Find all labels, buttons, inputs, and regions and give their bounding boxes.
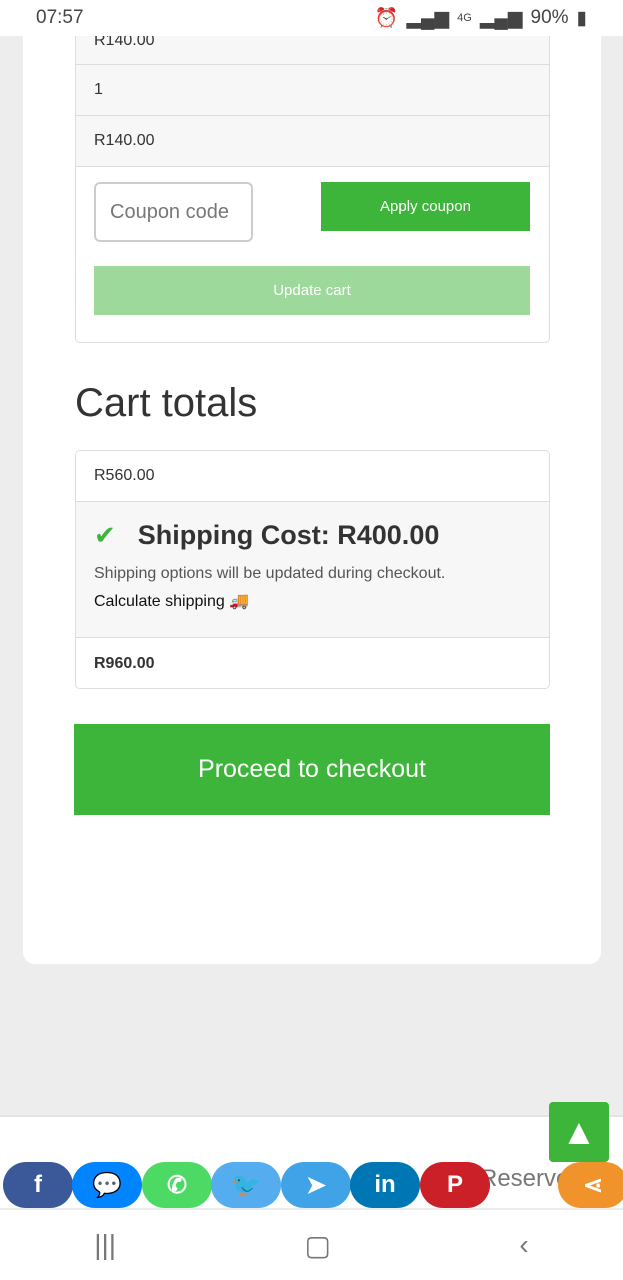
cart-totals-table: R560.00 ✔ Shipping Cost: R400.00 Shipping… <box>75 450 550 689</box>
coupon-input[interactable]: Coupon code <box>94 182 253 242</box>
status-bar: 07:57 ⏰ ▂▄▆ 4G ▂▄▆ 90% ▮ <box>0 0 623 36</box>
cart-totals-title: Cart totals <box>75 381 258 425</box>
calculate-shipping-link[interactable]: Calculate shipping 🚚 <box>94 591 531 611</box>
proceed-to-checkout-button[interactable]: Proceed to checkout <box>74 724 550 815</box>
twitter-icon: 🐦 <box>231 1171 261 1199</box>
facebook-icon: f <box>34 1171 42 1198</box>
signal-icon: ▂▄▆ <box>406 7 450 29</box>
home-icon[interactable]: ▢ <box>305 1229 331 1262</box>
back-icon[interactable]: ‹ <box>519 1229 528 1261</box>
messenger-icon: 💬 <box>92 1171 122 1199</box>
total-value: R960.00 <box>76 638 549 688</box>
calculate-shipping-label: Calculate shipping <box>94 593 225 610</box>
truck-icon: 🚚 <box>229 593 250 610</box>
recent-apps-icon[interactable]: ||| <box>94 1229 116 1261</box>
telegram-share-button[interactable]: ➤ <box>281 1162 351 1208</box>
quantity-cell: 1 <box>76 65 549 116</box>
linkedin-icon: in <box>374 1171 396 1198</box>
android-nav-bar: ||| ▢ ‹ <box>0 1210 623 1280</box>
battery-level: 90% <box>530 7 569 28</box>
cart-table: R140.00 1 R140.00 Coupon code Apply coup… <box>75 26 550 343</box>
share-button[interactable]: ⋖ <box>558 1162 623 1208</box>
subtotal-cell: R140.00 <box>76 116 549 167</box>
messenger-share-button[interactable]: 💬 <box>72 1162 142 1208</box>
network-type: 4G <box>457 12 472 24</box>
page-card: R140.00 1 R140.00 Coupon code Apply coup… <box>23 26 601 964</box>
pinterest-icon: P <box>446 1171 463 1198</box>
twitter-share-button[interactable]: 🐦 <box>211 1162 281 1208</box>
apply-coupon-button[interactable]: Apply coupon <box>321 182 530 231</box>
whatsapp-share-button[interactable]: ✆ <box>142 1162 212 1208</box>
linkedin-share-button[interactable]: in <box>350 1162 420 1208</box>
signal-icon: ▂▄▆ <box>479 7 523 29</box>
clock: 07:57 <box>36 7 84 28</box>
alarm-icon: ⏰ <box>374 8 399 29</box>
share-icon: ⋖ <box>582 1171 604 1199</box>
update-cart-button[interactable]: Update cart <box>94 266 530 315</box>
shipping-note: Shipping options will be updated during … <box>94 565 446 582</box>
pinterest-share-button[interactable]: P <box>420 1162 490 1208</box>
battery-icon: ▮ <box>576 7 587 29</box>
arrow-up-icon: ▲ <box>561 1111 597 1152</box>
check-icon: ✔ <box>94 520 116 550</box>
scroll-to-top-button[interactable]: ▲ <box>549 1102 609 1162</box>
whatsapp-icon: ✆ <box>166 1171 188 1199</box>
shipping-cost: Shipping Cost: R400.00 <box>137 520 440 550</box>
subtotal-value: R560.00 <box>76 451 549 502</box>
facebook-share-button[interactable]: f <box>3 1162 73 1208</box>
telegram-icon: ➤ <box>305 1171 327 1199</box>
